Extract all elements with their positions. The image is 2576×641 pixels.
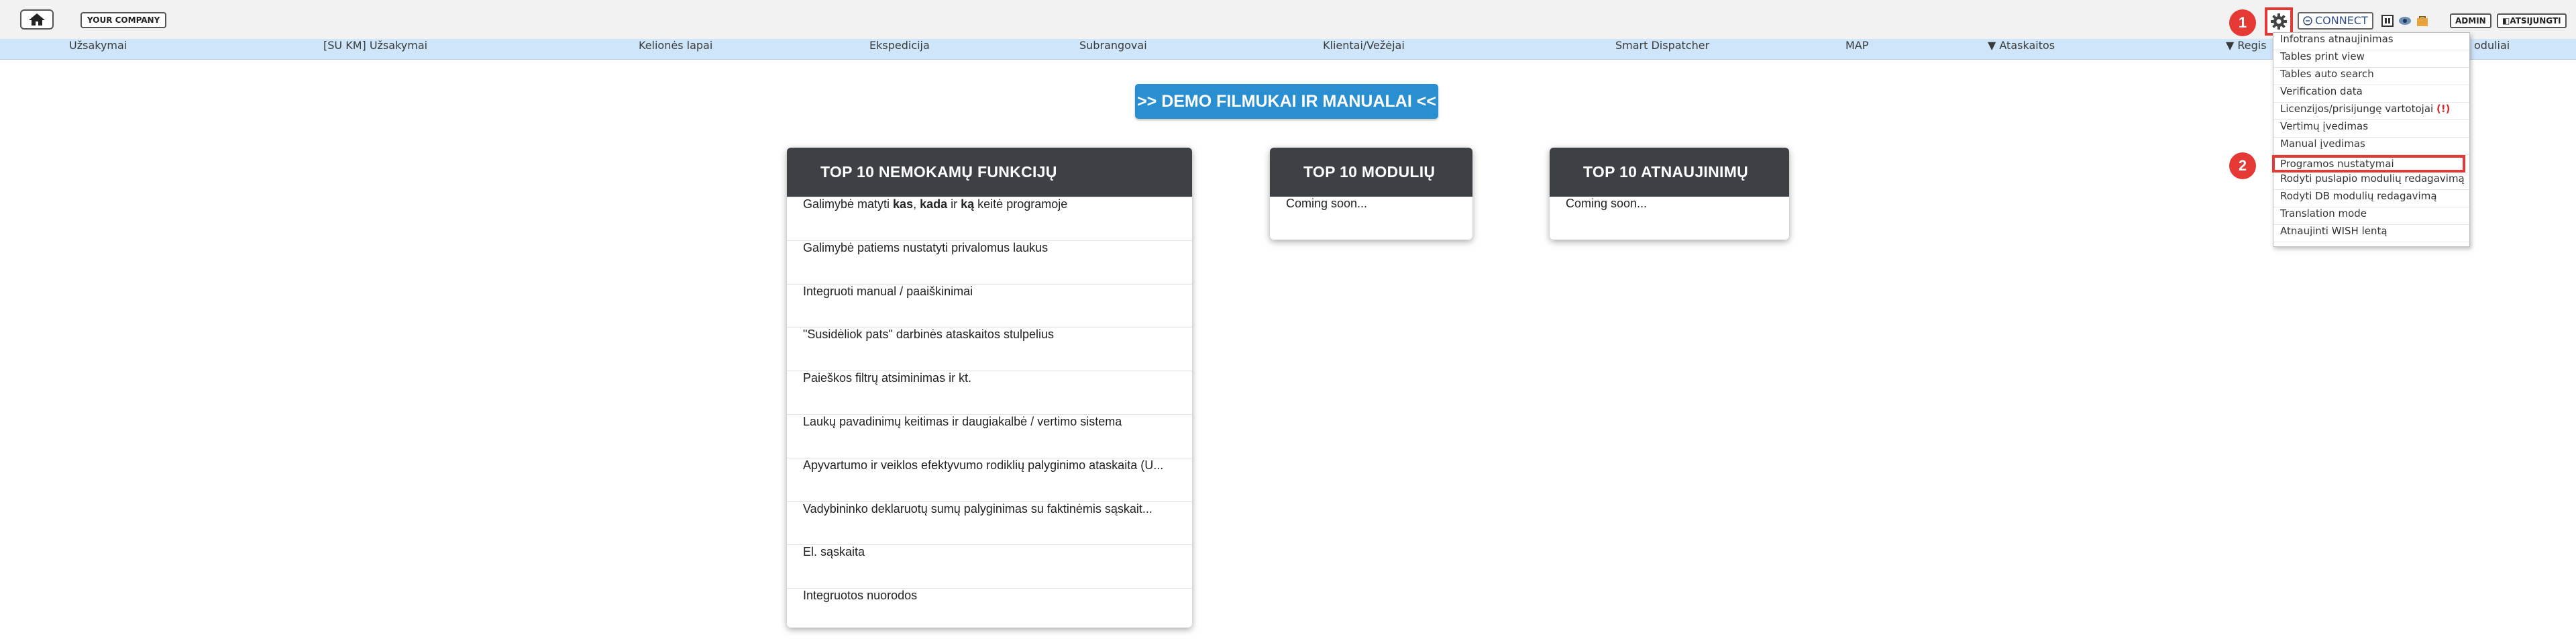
nav-item-registrai[interactable]: ▼ Regis xyxy=(2226,39,2267,59)
company-button[interactable]: YOUR COMPANY xyxy=(80,12,167,28)
coming-soon-text: Coming soon... xyxy=(1286,197,1368,210)
feature-text: keitė programoje xyxy=(974,197,1068,211)
menu-item-translations-input[interactable]: Vertimų įvedimas xyxy=(2273,120,2469,138)
nav-item-moduliai[interactable]: oduliai xyxy=(2474,39,2510,59)
warning-mark: (!) xyxy=(2436,103,2451,115)
menu-item-db-modules-edit[interactable]: Rodyti DB modulių redagavimą xyxy=(2273,190,2469,207)
menu-item-program-settings[interactable]: Programos nustatymai xyxy=(2272,155,2465,172)
logout-button[interactable]: ◧ATSIJUNGTI xyxy=(2497,13,2567,28)
top-features-card: TOP 10 NEMOKAMŲ FUNKCIJŲ Galimybė matyti… xyxy=(787,148,1192,628)
home-icon xyxy=(29,13,45,26)
menu-item-infotrans-update[interactable]: Infotrans atnaujinimas xyxy=(2273,33,2469,50)
eye-icon xyxy=(2399,17,2411,25)
coming-soon-text: Coming soon... xyxy=(1566,197,1648,210)
nav-item-ekspedicija[interactable]: Ekspedicija xyxy=(869,39,930,59)
grid-icon xyxy=(2381,15,2394,27)
feature-bold-ka: ką xyxy=(961,197,975,211)
feature-bold-kada: kada xyxy=(920,197,948,211)
feature-item[interactable]: Paieškos filtrų atsiminimas ir kt. xyxy=(787,371,1192,414)
menu-item-tables-auto-search[interactable]: Tables auto search xyxy=(2273,68,2469,85)
logout-icon: ◧ xyxy=(2502,16,2510,26)
menu-item-label: Licenzijos/prisijungę vartotojai xyxy=(2280,103,2434,115)
gear-icon xyxy=(2271,13,2287,30)
feature-item[interactable]: Galimybė patiems nustatyti privalomus la… xyxy=(787,240,1192,284)
nav-item-keliones-lapai[interactable]: Kelionės lapai xyxy=(639,39,712,59)
step-badge-2: 2 xyxy=(2229,152,2256,179)
demo-manuals-button[interactable]: >> DEMO FILMUKAI IR MANUALAI << xyxy=(1135,84,1438,119)
top-modules-card: TOP 10 MODULIŲ Coming soon... xyxy=(1270,148,1472,240)
step-badge-1: 1 xyxy=(2229,9,2256,36)
connect-icon xyxy=(2303,16,2312,26)
bag-button[interactable] xyxy=(2415,13,2430,29)
bag-icon xyxy=(2417,16,2428,26)
nav-item-subrangovai[interactable]: Subrangovai xyxy=(1079,39,1147,59)
menu-item-update-wish-board[interactable]: Atnaujinti WISH lentą xyxy=(2273,225,2469,242)
feature-item[interactable]: Integruoti manual / paaiškinimai xyxy=(787,283,1192,328)
top-updates-card: TOP 10 ATNAUJINIMŲ Coming soon... xyxy=(1550,148,1789,240)
card-title: TOP 10 ATNAUJINIMŲ xyxy=(1550,148,1789,197)
feature-text: Galimybė matyti xyxy=(803,197,894,211)
home-button[interactable] xyxy=(20,9,54,30)
menu-item-manual-input[interactable]: Manual įvedimas xyxy=(2273,138,2469,155)
menu-item-tables-print-view[interactable]: Tables print view xyxy=(2273,50,2469,68)
nav-item-su-km-uzsakymai[interactable]: [SU KM] Užsakymai xyxy=(323,39,427,59)
card-title: TOP 10 MODULIŲ xyxy=(1270,148,1472,197)
connect-label: CONNECT xyxy=(2315,14,2368,27)
menu-item-translation-mode[interactable]: Translation mode xyxy=(2273,207,2469,225)
feature-text: , xyxy=(913,197,920,211)
eye-button[interactable] xyxy=(2398,13,2412,29)
feature-item[interactable]: Vadybininko deklaruotų sumų palyginimas … xyxy=(787,501,1192,545)
menu-item-verification-data[interactable]: Verification data xyxy=(2273,85,2469,103)
nav-item-ataskaitos[interactable]: ▼ Ataskaitos xyxy=(1988,39,2055,59)
nav-item-smart-dispatcher[interactable]: Smart Dispatcher xyxy=(1615,39,1709,59)
feature-item[interactable]: "Susidėliok pats" darbinės ataskaitos st… xyxy=(787,327,1192,371)
grid-button[interactable] xyxy=(2380,13,2395,29)
card-title: TOP 10 NEMOKAMŲ FUNKCIJŲ xyxy=(787,148,1192,197)
menu-item-page-modules-edit[interactable]: Rodyti puslapio modulių redagavimą xyxy=(2273,172,2469,190)
nav-item-klientai-vezejai[interactable]: Klientai/Vežėjai xyxy=(1323,39,1405,59)
logout-label: ATSIJUNGTI xyxy=(2510,16,2561,26)
settings-gear-button[interactable] xyxy=(2265,7,2293,36)
feature-text: ir xyxy=(947,197,961,211)
menu-item-licenses[interactable]: Licenzijos/prisijungę vartotojai (!) xyxy=(2273,103,2469,120)
feature-item[interactable]: El. sąskaita xyxy=(787,544,1192,588)
feature-item[interactable]: Laukų pavadinimų keitimas ir daugiakalbė… xyxy=(787,413,1192,458)
connect-button[interactable]: CONNECT xyxy=(2298,12,2373,30)
main-nav: Užsakymai [SU KM] Užsakymai Kelionės lap… xyxy=(0,39,2576,60)
nav-item-map[interactable]: MAP xyxy=(1845,39,1868,59)
feature-bold-kas: kas xyxy=(893,197,914,211)
admin-button[interactable]: ADMIN xyxy=(2450,13,2491,28)
feature-item[interactable]: Apyvartumo ir veiklos efektyvumo rodikli… xyxy=(787,457,1192,501)
feature-item[interactable]: Galimybė matyti kas, kada ir ką keitė pr… xyxy=(787,197,1192,240)
nav-item-uzsakymai[interactable]: Užsakymai xyxy=(69,39,127,59)
top-bar: YOUR COMPANY CONNECT ADMIN ◧ATSIJUNGTI xyxy=(0,0,2576,40)
settings-dropdown-menu: Infotrans atnaujinimas Tables print view… xyxy=(2272,32,2470,247)
feature-item[interactable]: Integruotos nuorodos xyxy=(787,588,1192,628)
